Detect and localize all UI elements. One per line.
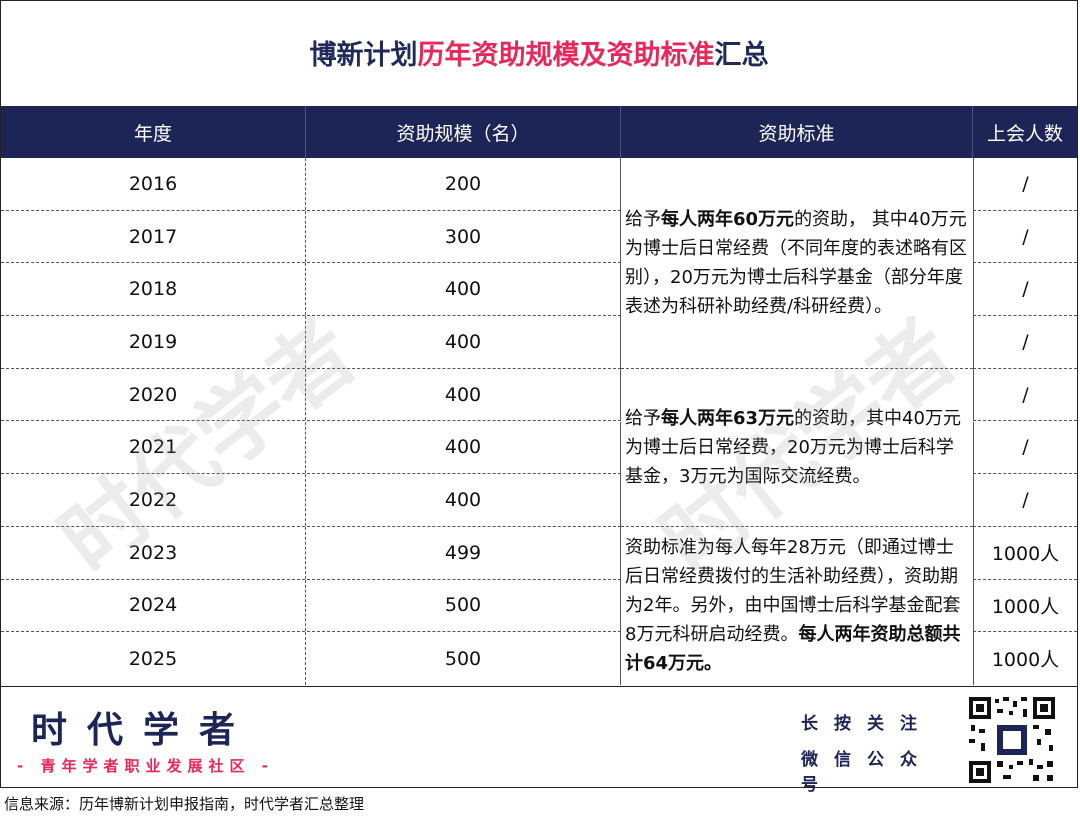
header-standard: 资助标准 [621,106,973,158]
count-cell: 1000人 [973,579,1077,633]
year-cell: 2019 [1,316,306,368]
title-part-1: 博新计划 [309,39,418,71]
title-part-2: 历年资助规模及资助标准 [417,39,715,71]
header-count: 上会人数 [986,122,1063,145]
scale-cell: 400 [306,368,621,421]
scale-cell: 500 [306,579,621,632]
standard-highlight: 每人两年60万元 [661,208,795,230]
year-cell: 2024 [1,579,306,632]
scale-cell: 400 [306,474,621,526]
table-row: 2018 400 [1,263,621,317]
scale-cell: 499 [306,526,621,579]
standard-text: 给予 [625,208,661,230]
year-cell: 2023 [1,526,306,579]
standard-cell-2016-2019: 给予每人两年60万元的资助， 其中40万元为博士后日常经费（不同年度的表述略有区… [621,158,973,369]
count-cell: / [973,474,1077,527]
table-row: 2023 499 [1,526,621,580]
scale-cell: 400 [306,421,621,474]
year-cell: 2022 [1,474,306,526]
brand-logo-text: 时代学者 [31,710,256,751]
year-cell: 2018 [1,263,306,316]
table-row: 2019 400 [1,316,621,369]
table-row: 2022 400 [1,474,621,527]
qr-code-icon[interactable] [967,695,1057,785]
table-row: 2024 500 [1,579,621,633]
follow-prompt-sub: 微信公众号 [801,750,933,795]
table-row: 2021 400 [1,421,621,475]
standard-cell-2023-2025: 资助标准为每人每年28万元（即通过博士后日常经费拨付的生活补助经费），资助期为2… [621,527,973,685]
year-cell: 2020 [1,368,306,421]
count-cell: / [973,316,1077,369]
year-cell: 2021 [1,421,306,474]
follow-prompt: 长按关注 [801,714,933,734]
table-row: 2017 300 [1,210,621,264]
table-row: 2016 200 [1,158,621,211]
source-note: 信息来源：历年博新计划申报指南，时代学者汇总整理 [4,795,365,813]
brand-tagline: - 青年学者职业发展社区 - [17,757,274,775]
table-row: 2020 400 [1,368,621,422]
scale-cell: 400 [306,263,621,316]
count-cell: 1000人 [973,632,1077,685]
table-header: 年度 资助规模（名） 资助标准 上会人数 [1,106,1077,158]
table-row: 2025 500 [1,632,621,685]
table-body: 2016 200 2017 300 2018 400 2019 400 2020… [1,158,1077,685]
count-cell: / [973,368,1077,422]
standard-cell-2020-2022: 给予每人两年63万元的资助，其中40万元为博士后日常经费，20万元为博士后科学基… [621,369,973,527]
page-title: 博新计划 历年资助规模及资助标准 汇总 [0,0,1078,104]
title-part-3: 汇总 [714,39,769,71]
standard-highlight: 每人两年63万元 [661,407,795,429]
count-cell: / [973,210,1077,264]
header-scale: 资助规模（名） [306,106,621,158]
footer: 时代学者 - 青年学者职业发展社区 - 长按关注 微信公众号 [1,686,1077,795]
header-year: 年度 [1,106,306,158]
scale-cell: 500 [306,632,621,685]
scale-cell: 300 [306,210,621,263]
scale-cell: 200 [306,158,621,210]
year-cell: 2025 [1,632,306,685]
year-cell: 2017 [1,210,306,263]
count-cell: / [973,158,1077,211]
year-cell: 2016 [1,158,306,210]
count-cell: / [973,263,1077,317]
standard-text: 给予 [625,407,661,429]
count-cell: 1000人 [973,526,1077,580]
scale-cell: 400 [306,316,621,368]
count-cell: / [973,421,1077,475]
